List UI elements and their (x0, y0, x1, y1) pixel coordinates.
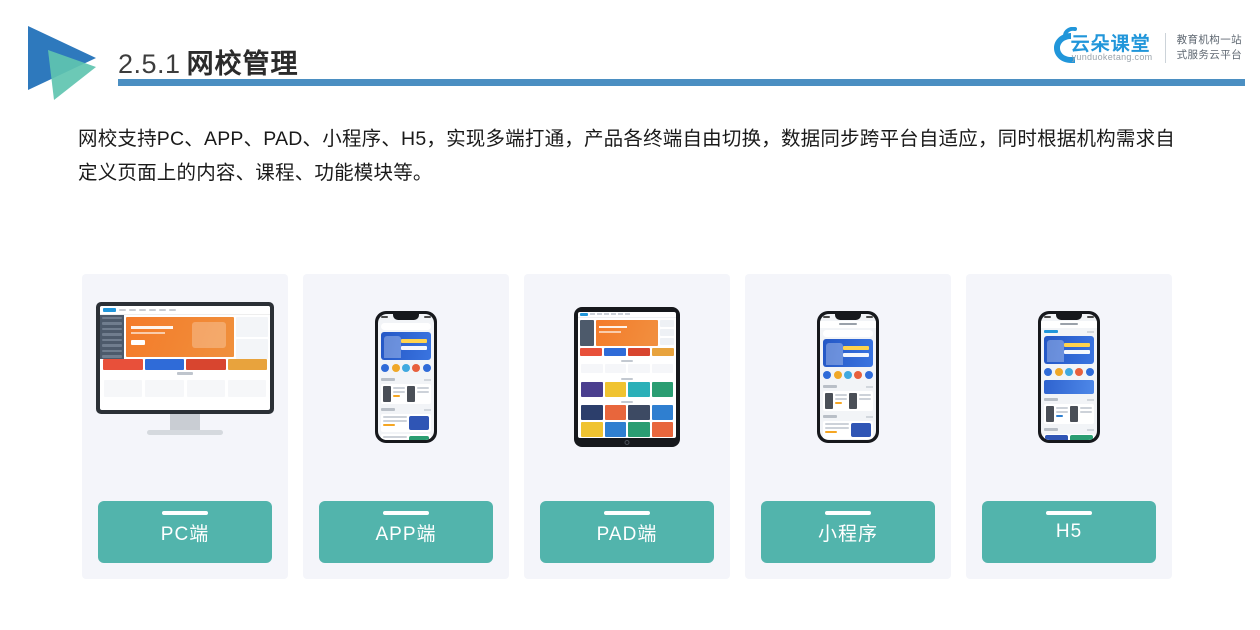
title-text: 网校管理 (186, 49, 299, 79)
title-number: 2.5.1 (118, 49, 181, 79)
device-card-app[interactable]: APP端 (303, 274, 509, 579)
phone-mockup-stage (745, 274, 951, 479)
label-dash-icon (1046, 511, 1092, 515)
smartphone-icon (1038, 310, 1100, 443)
device-card-miniprogram[interactable]: 小程序 (745, 274, 951, 579)
device-label-h5[interactable]: H5 (982, 501, 1156, 563)
device-label-pad[interactable]: PAD端 (540, 501, 714, 563)
tablet-mockup-stage (524, 274, 730, 479)
brand-tagline: 教育机构一站 式服务云平台 (1177, 33, 1242, 63)
desktop-monitor-icon (96, 301, 274, 452)
smartphone-icon (375, 310, 437, 443)
brand-logo: 云朵课堂 yunduoketang.com 教育机构一站 式服务云平台 (1041, 26, 1242, 70)
phone-mockup-stage (303, 274, 509, 479)
device-card-pc[interactable]: PC端 (82, 274, 288, 579)
device-label-text: H5 (1055, 521, 1083, 542)
smartphone-icon (817, 310, 879, 443)
title-underline-rule (118, 79, 1245, 86)
device-card-pad[interactable]: PAD端 (524, 274, 730, 579)
brand-divider (1164, 33, 1166, 63)
device-label-text: APP端 (375, 523, 437, 545)
slide-header: 2.5.1 网校管理 云朵课堂 yunduoketang.com 教育机构一站 式… (0, 0, 1260, 100)
slide-root: 2.5.1 网校管理 云朵课堂 yunduoketang.com 教育机构一站 式… (0, 0, 1260, 630)
device-label-pc[interactable]: PC端 (98, 501, 272, 563)
device-card-h5[interactable]: H5 (966, 274, 1172, 579)
brand-tagline-line2: 式服务云平台 (1176, 49, 1242, 61)
device-label-text: PC端 (160, 523, 210, 545)
desktop-mockup-stage (82, 274, 288, 479)
tablet-icon (574, 306, 680, 447)
body-paragraph: 网校支持PC、APP、PAD、小程序、H5，实现多端打通，产品各终端自由切换，数… (78, 128, 1175, 184)
device-label-miniprogram[interactable]: 小程序 (761, 501, 935, 563)
device-label-app[interactable]: APP端 (319, 501, 493, 563)
play-triangle-logo-icon (18, 20, 110, 100)
brand-domain: yunduoketang.com (1071, 52, 1153, 62)
label-dash-icon (825, 511, 871, 515)
label-dash-icon (162, 511, 208, 515)
label-dash-icon (383, 511, 429, 515)
page-title: 2.5.1 网校管理 (118, 42, 299, 81)
brand-tagline-line1: 教育机构一站 (1176, 34, 1242, 46)
device-label-text: PAD端 (596, 523, 658, 545)
label-dash-icon (604, 511, 650, 515)
device-card-row: PC端 APP端 PAD端 小程序 H5 (82, 274, 1192, 579)
device-label-text: 小程序 (817, 523, 878, 545)
brand-cloud-icon: 云朵课堂 yunduoketang.com (1041, 27, 1161, 69)
phone-mockup-stage (966, 274, 1172, 479)
